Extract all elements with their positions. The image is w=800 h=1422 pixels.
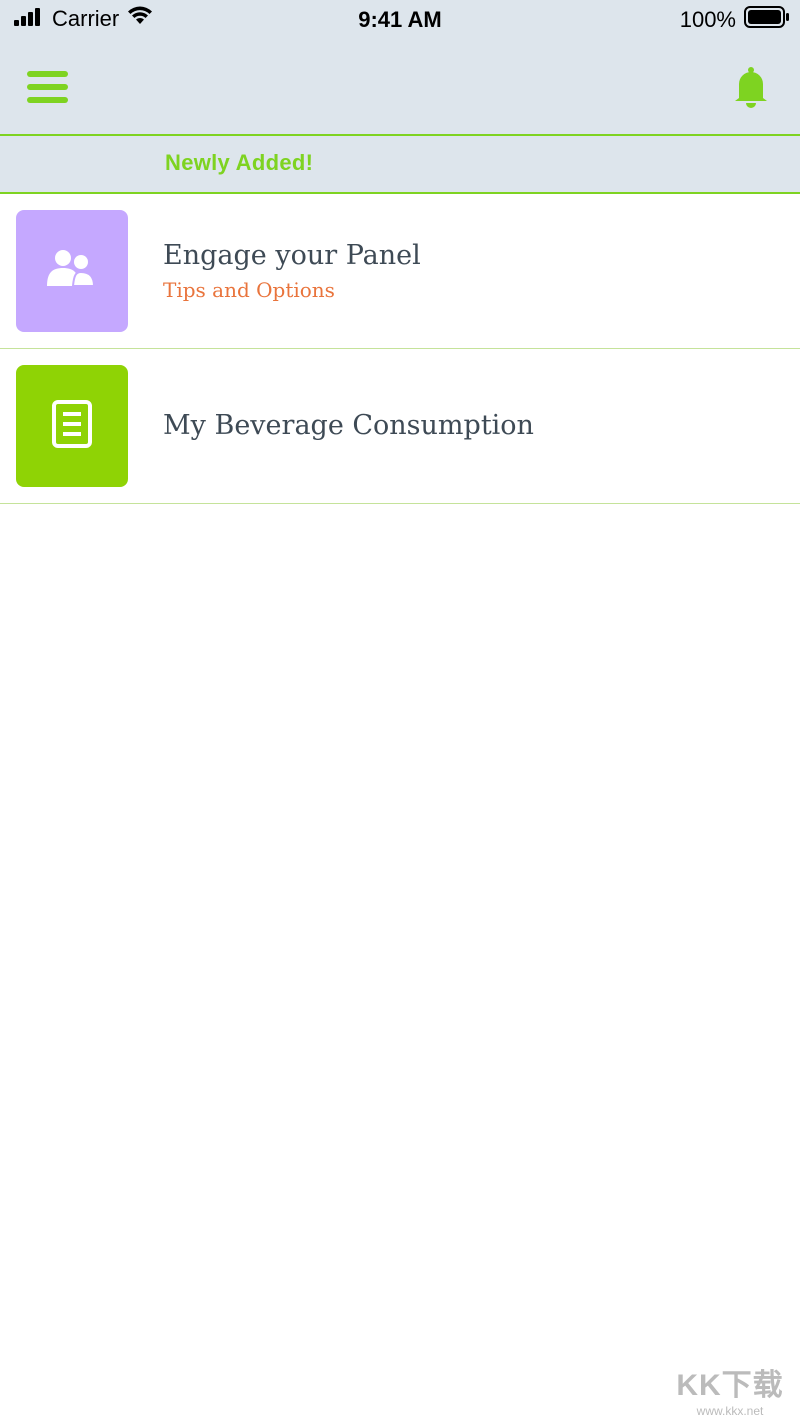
item-title: My Beverage Consumption xyxy=(163,410,534,441)
battery-group: 100% xyxy=(680,6,790,34)
item-subtitle: Tips and Options xyxy=(163,278,335,302)
section-header: Newly Added! xyxy=(0,136,800,194)
users-icon xyxy=(47,248,97,295)
item-title: Engage your Panel xyxy=(163,240,421,271)
beverage-consumption-tile xyxy=(16,365,128,487)
section-title: Newly Added! xyxy=(165,150,314,175)
watermark: KK下载 www.kkx.net xyxy=(670,1360,790,1418)
hamburger-menu-icon[interactable] xyxy=(26,70,70,104)
list-item-beverage-consumption[interactable]: My Beverage Consumption xyxy=(0,349,800,504)
top-bar: Carrier 9:41 AM 100% xyxy=(0,0,800,136)
navigation-bar xyxy=(0,52,800,122)
status-bar: Carrier 9:41 AM 100% xyxy=(0,0,800,40)
list-item-engage-panel[interactable]: Engage your Panel Tips and Options xyxy=(0,194,800,349)
bell-icon[interactable] xyxy=(731,66,771,108)
document-icon xyxy=(52,399,92,453)
watermark-url: www.kkx.net xyxy=(696,1404,764,1418)
battery-percent: 100% xyxy=(679,7,736,32)
watermark-brand: KK下载 xyxy=(676,1369,784,1402)
battery-icon xyxy=(744,6,790,34)
engage-panel-tile xyxy=(16,210,128,332)
